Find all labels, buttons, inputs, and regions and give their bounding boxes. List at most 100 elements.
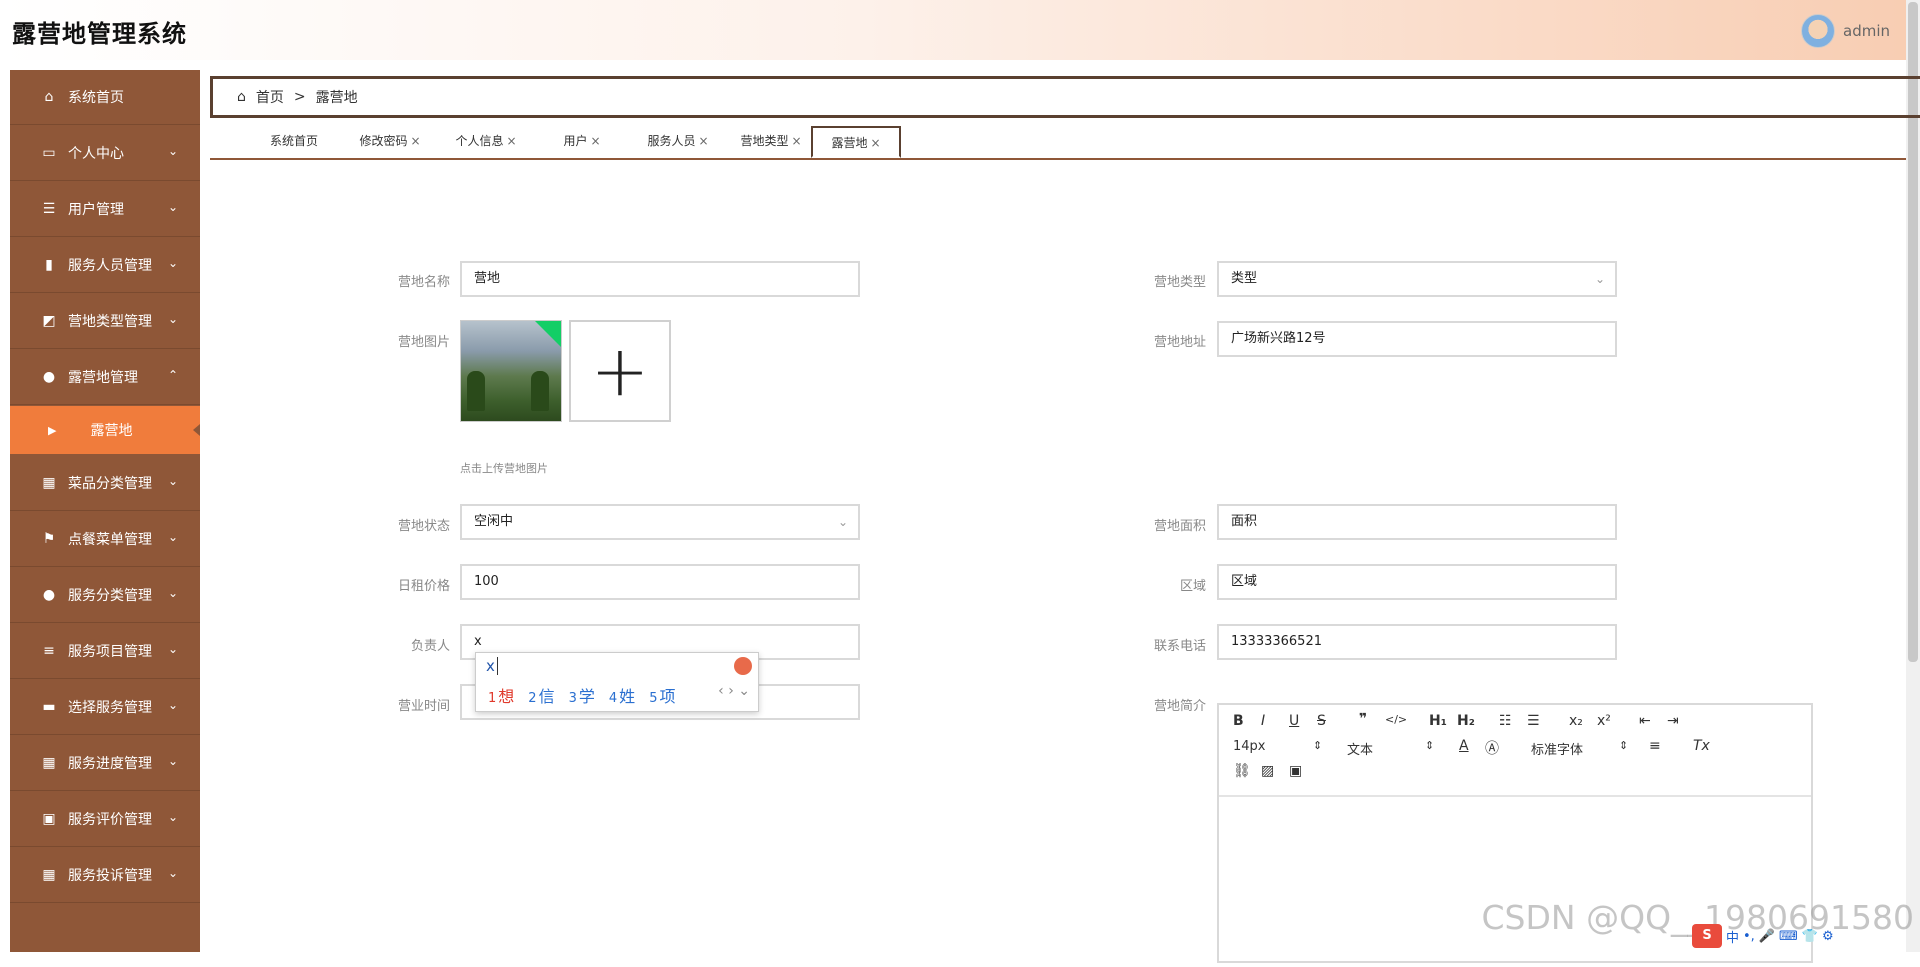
grid-icon: ▦ [42, 475, 56, 491]
sliders-icon: ☰ [42, 201, 56, 217]
sidebar-item-service-item-management[interactable]: ≡ 服务项目管理 ⌄ [10, 624, 200, 678]
tab-personal-info[interactable]: 个人信息 × [446, 126, 526, 156]
ime-language-indicator[interactable]: 中 [1726, 927, 1739, 946]
daily-price-input[interactable]: 100 [460, 564, 860, 600]
ime-page-nav[interactable]: ‹ › ⌄ [718, 683, 750, 699]
home-icon[interactable]: ⌂ [237, 89, 246, 105]
campsite-name-input[interactable]: 营地 [460, 261, 860, 297]
toolbox-icon[interactable]: ⚙ [1822, 929, 1834, 944]
sidebar-item-label: 选择服务管理 [68, 700, 152, 716]
paragraph-format-select[interactable]: 文本 [1347, 739, 1373, 758]
tab-user[interactable]: 用户 × [542, 126, 622, 156]
clothes-icon[interactable]: 👕 [1802, 929, 1818, 944]
username[interactable]: admin [1843, 22, 1890, 40]
clipboard-check-icon: ▣ [42, 811, 56, 827]
avatar[interactable] [1801, 14, 1835, 48]
campsite-image-thumbnail[interactable] [460, 320, 562, 422]
sidebar-item-campsite-management[interactable]: ● 露营地管理 ⌃ [10, 350, 200, 404]
breadcrumb-home[interactable]: 首页 [256, 87, 284, 107]
region-input[interactable]: 区域 [1217, 564, 1617, 600]
sidebar-item-label: 服务投诉管理 [68, 868, 152, 884]
sidebar-subitem-campsite[interactable]: ▶ 露营地 [10, 406, 200, 454]
sidebar-item-order-menu-management[interactable]: ⚑ 点餐菜单管理 ⌄ [10, 512, 200, 566]
ime-candidate[interactable]: 2信 [528, 683, 554, 707]
id-card-icon: ▭ [42, 145, 56, 161]
superscript-icon[interactable]: x² [1597, 713, 1611, 729]
tab-staff[interactable]: 服务人员 × [628, 126, 728, 156]
tab-home[interactable]: 系统首页 [254, 126, 334, 156]
campsite-area-input[interactable]: 面积 [1217, 504, 1617, 540]
sidebar-item-user-management[interactable]: ☰ 用户管理 ⌄ [10, 182, 200, 236]
sidebar-item-service-complaint-management[interactable]: ▦ 服务投诉管理 ⌄ [10, 848, 200, 902]
phone-input[interactable]: 13333366521 [1217, 624, 1617, 660]
page-scrollbar[interactable] [1906, 0, 1920, 952]
sidebar-item-staff-management[interactable]: ▮ 服务人员管理 ⌄ [10, 238, 200, 292]
sidebar-item-personal-center[interactable]: ▭ 个人中心 ⌄ [10, 126, 200, 180]
font-color-icon[interactable]: A [1459, 738, 1469, 754]
italic-icon[interactable]: I [1261, 713, 1265, 729]
ime-candidate[interactable]: 3学 [569, 683, 595, 707]
ime-candidate[interactable]: 4姓 [609, 683, 635, 707]
heading2-icon[interactable]: H₂ [1457, 713, 1475, 729]
close-icon[interactable]: × [506, 134, 516, 148]
sidebar-item-label: 用户管理 [68, 202, 124, 218]
sidebar-item-service-progress-management[interactable]: ▦ 服务进度管理 ⌄ [10, 736, 200, 790]
heading1-icon[interactable]: H₁ [1429, 713, 1447, 729]
close-icon[interactable]: × [590, 134, 600, 148]
tab-campsite[interactable]: 露营地 × [811, 126, 901, 158]
ime-candidate[interactable]: 5项 [649, 683, 675, 707]
sidebar-item-service-category-management[interactable]: ● 服务分类管理 ⌄ [10, 568, 200, 622]
microphone-icon[interactable]: 🎤 [1759, 929, 1775, 944]
sidebar-item-home[interactable]: ⌂ 系统首页 [10, 70, 200, 124]
ime-candidate[interactable]: 1想 [488, 683, 514, 707]
sidebar-item-campsite-type-management[interactable]: ◩ 营地类型管理 ⌄ [10, 294, 200, 348]
bold-icon[interactable]: B [1233, 713, 1244, 729]
sogou-logo-icon[interactable]: S [1692, 924, 1722, 948]
outdent-icon[interactable]: ⇤ [1639, 713, 1651, 729]
success-corner-badge [535, 321, 561, 347]
chevron-down-icon: ⌄ [167, 530, 178, 544]
underline-icon[interactable]: U [1289, 713, 1299, 729]
campsite-status-value: 空闲中 [474, 514, 514, 529]
background-color-icon[interactable]: Ⓐ [1485, 738, 1499, 758]
punctuation-icon[interactable]: •, [1743, 929, 1755, 944]
font-size-select[interactable]: 14px [1233, 739, 1266, 754]
close-icon[interactable]: × [698, 134, 708, 148]
image-icon[interactable]: ▨ [1261, 763, 1274, 779]
sidebar-item-label: 服务项目管理 [68, 644, 152, 660]
user-menu[interactable]: admin [1801, 14, 1890, 48]
sidebar-item-dish-category-management[interactable]: ▦ 菜品分类管理 ⌄ [10, 456, 200, 510]
subscript-icon[interactable]: x₂ [1569, 713, 1583, 729]
bullet-list-icon[interactable]: ☰ [1527, 713, 1540, 729]
clear-format-icon[interactable]: Tx [1693, 738, 1710, 754]
tab-change-password[interactable]: 修改密码 × [350, 126, 430, 156]
tab-campsite-type[interactable]: 营地类型 × [726, 126, 816, 156]
sidebar-item-label: 服务评价管理 [68, 812, 152, 828]
campsite-address-input[interactable]: 广场新兴路12号 [1217, 321, 1617, 357]
ime-logo-icon[interactable] [734, 657, 752, 675]
code-block-icon[interactable]: </> [1385, 713, 1407, 726]
close-icon[interactable]: × [791, 134, 801, 148]
ordered-list-icon[interactable]: ☷ [1499, 713, 1512, 729]
sidebar-subitem-label: 露营地 [90, 423, 133, 439]
video-icon[interactable]: ▣ [1289, 763, 1302, 779]
sidebar-item-service-review-management[interactable]: ▣ 服务评价管理 ⌄ [10, 792, 200, 846]
campsite-status-select[interactable]: 空闲中 ⌄ [460, 504, 860, 540]
strikethrough-icon[interactable]: S [1317, 713, 1326, 729]
active-notch [193, 424, 200, 436]
campsite-type-select[interactable]: 类型 ⌄ [1217, 261, 1617, 297]
close-icon[interactable]: × [870, 136, 880, 150]
chevron-down-icon: ⌄ [167, 866, 178, 880]
close-icon[interactable]: × [410, 134, 420, 148]
font-family-select[interactable]: 标准字体 [1531, 739, 1583, 758]
top-header: 露营地管理系统 admin [0, 0, 1920, 60]
sidebar-item-select-service-management[interactable]: ▬ 选择服务管理 ⌄ [10, 680, 200, 734]
blockquote-icon[interactable]: ❞ [1359, 711, 1367, 727]
image-upload-button[interactable]: + [569, 320, 671, 422]
chevron-down-icon: ⌄ [837, 515, 848, 529]
align-icon[interactable]: ≡ [1649, 738, 1661, 754]
indent-icon[interactable]: ⇥ [1667, 713, 1679, 729]
keyboard-icon[interactable]: ⌨ [1779, 929, 1798, 944]
chevron-down-icon: ⌄ [167, 586, 178, 600]
link-icon[interactable]: ⛓ [1233, 763, 1251, 779]
